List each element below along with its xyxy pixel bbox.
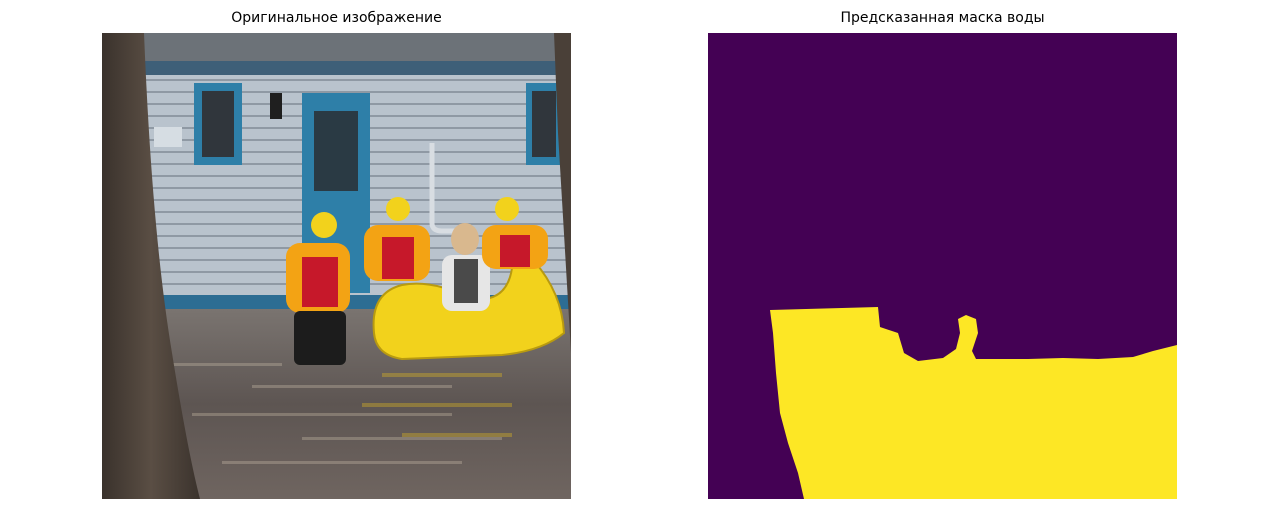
wall-lamp xyxy=(270,93,282,119)
rescued-person xyxy=(451,223,479,255)
original-image-title: Оригинальное изображение xyxy=(231,10,442,26)
water-segmentation-mask xyxy=(708,33,1177,499)
mask-title: Предсказанная маска воды xyxy=(840,10,1045,26)
original-image xyxy=(102,33,571,499)
water-mask xyxy=(708,33,1177,499)
roof xyxy=(102,33,571,63)
flood-rescue-photo xyxy=(102,33,571,499)
roof-gutter xyxy=(102,61,571,75)
